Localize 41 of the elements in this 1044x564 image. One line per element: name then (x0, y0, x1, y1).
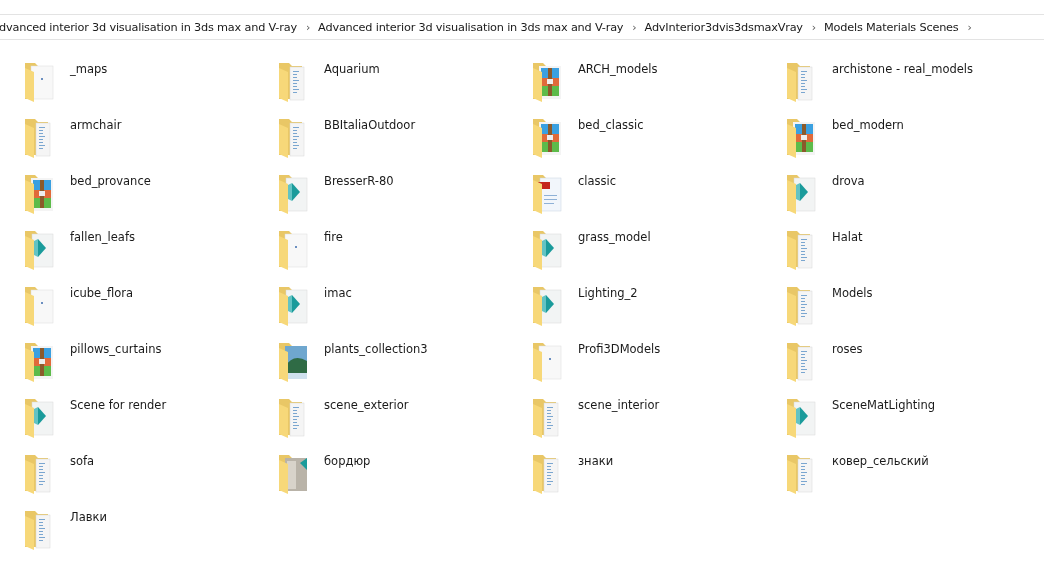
chevron-icon[interactable]: › (625, 20, 645, 34)
folder-name[interactable]: roses (832, 342, 863, 356)
chevron-icon[interactable]: › (298, 20, 319, 34)
breadcrumb-item[interactable]: AdvInterior3dvis3dsmaxVray (644, 20, 805, 34)
folder-name[interactable]: sofa (70, 454, 95, 468)
folder-name[interactable]: plants_collection3 (324, 342, 428, 356)
folder-name[interactable]: pillows_curtains (70, 342, 162, 356)
folder-name[interactable]: icube_flora (70, 286, 133, 300)
folder-name[interactable]: scene_interior (578, 398, 660, 412)
folder-name[interactable]: BresserR-80 (324, 174, 394, 188)
folder-name[interactable]: armchair (70, 118, 122, 132)
folder-name[interactable]: знаки (578, 454, 614, 468)
folder-name[interactable]: fallen_leafs (70, 230, 135, 244)
folder-name[interactable]: _maps (70, 62, 108, 76)
folder-name[interactable]: bed_modern (832, 118, 904, 132)
breadcrumb-item[interactable]: Advanced interior 3d visualisation in 3ds max and V-ray (318, 20, 626, 34)
folder-name[interactable]: Лавки (70, 510, 107, 524)
chevron-icon[interactable]: › (960, 20, 980, 34)
chevron-icon[interactable]: › (804, 20, 825, 34)
folder-name[interactable]: ковер_сельский (832, 454, 929, 468)
folder-name[interactable]: SceneMatLighting (832, 398, 936, 412)
folder-name[interactable]: bed_provance (70, 174, 151, 188)
folder-name[interactable]: archistone - real_models (832, 62, 974, 76)
folder-name[interactable]: Scene for render (70, 398, 167, 412)
folder-name[interactable]: BBItaliaOutdoor (324, 118, 416, 132)
folder-name[interactable]: fire (324, 230, 343, 244)
folder-name[interactable]: drova (832, 174, 865, 188)
folder-name[interactable]: grass_model (578, 230, 651, 244)
folder-name[interactable]: Halat (832, 230, 863, 244)
folder-name[interactable]: classic (578, 174, 617, 188)
folder-name[interactable]: bed_classic (578, 118, 644, 132)
folder-name[interactable]: Lighting_2 (578, 286, 638, 300)
breadcrumb-item[interactable]: Models Materials Scenes (824, 20, 961, 34)
breadcrumb-item[interactable]: dvanced interior 3d visualisation in 3ds max and V-ray (0, 20, 299, 34)
folder-name[interactable]: imac (324, 286, 352, 300)
folder-name[interactable]: Profi3DModels (578, 342, 661, 356)
folder-name[interactable]: Models (832, 286, 873, 300)
folder-name[interactable]: бордюр (324, 454, 371, 468)
folder-name[interactable]: Aquarium (324, 62, 380, 76)
folder-name[interactable]: scene_exterior (324, 398, 409, 412)
folder-name[interactable]: ARCH_models (578, 62, 658, 76)
